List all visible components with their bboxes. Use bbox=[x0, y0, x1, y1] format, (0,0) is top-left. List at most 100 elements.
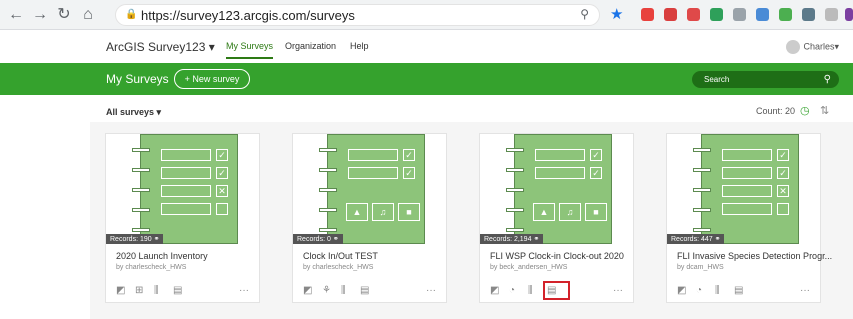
more-options-icon[interactable]: ··· bbox=[239, 285, 249, 296]
nav-my-surveys[interactable]: My Surveys bbox=[226, 41, 274, 59]
page-title: My Surveys bbox=[106, 72, 169, 86]
survey-thumbnail[interactable]: ✓ ✓ ✕ Records: 190 ⚭ bbox=[106, 134, 261, 244]
back-icon[interactable]: ← bbox=[6, 5, 26, 25]
survey-card[interactable]: ✓ ✓ ✕ Records: 190 ⚭ 2020 Launch Invento… bbox=[105, 133, 260, 303]
form-thumbnail-icon: ✓ ✓ ✕ bbox=[133, 134, 238, 244]
nav-help[interactable]: Help bbox=[350, 41, 369, 51]
survey-thumbnail[interactable]: ✓ ✓ ✕ Records: 447 ⚭ bbox=[667, 134, 822, 244]
search-icon: ⚲ bbox=[823, 74, 831, 85]
url-text: https://survey123.arcgis.com/surveys bbox=[141, 8, 355, 23]
survey-count: Count: 20 bbox=[756, 106, 796, 116]
extension-icon[interactable] bbox=[845, 8, 853, 21]
collaborate-icon[interactable]: ◔ bbox=[696, 285, 715, 296]
extension-icon[interactable] bbox=[641, 8, 654, 21]
home-icon[interactable]: ⌂ bbox=[78, 5, 98, 25]
data-icon[interactable]: ▤ bbox=[173, 285, 192, 296]
search-input[interactable]: Search ⚲ bbox=[692, 71, 839, 88]
surveys-filter-dropdown[interactable]: All surveys ▾ bbox=[106, 107, 161, 118]
link-icon: ⚭ bbox=[533, 236, 540, 243]
clock-icon[interactable]: ◷ bbox=[800, 104, 810, 117]
extension-icon[interactable] bbox=[664, 8, 677, 21]
survey-thumbnail[interactable]: ✓ ✓ ▲ ♫ ■ Records: 0 ⚭ bbox=[293, 134, 448, 244]
analyze-icon[interactable]: ⫼ bbox=[341, 285, 360, 296]
audio-icon: ♫ bbox=[372, 203, 394, 221]
survey-owner: by charlescheck_HWS bbox=[116, 264, 187, 271]
survey-title[interactable]: FLI Invasive Species Detection Progr... bbox=[677, 251, 832, 261]
extension-icon[interactable] bbox=[687, 8, 700, 21]
records-badge: Records: 190 ⚭ bbox=[106, 234, 164, 244]
surveys-toolbar: My Surveys + New survey Search ⚲ bbox=[0, 63, 853, 95]
survey-owner: by beck_andersen_HWS bbox=[490, 264, 568, 271]
image-icon: ▲ bbox=[533, 203, 555, 221]
more-options-icon[interactable]: ··· bbox=[426, 285, 436, 296]
link-icon: ⚭ bbox=[153, 236, 160, 243]
records-count: Records: 0 bbox=[297, 236, 331, 243]
extension-icon[interactable] bbox=[710, 8, 723, 21]
audio-icon: ♫ bbox=[559, 203, 581, 221]
survey-owner: by charlescheck_HWS bbox=[303, 264, 374, 271]
more-options-icon[interactable]: ··· bbox=[613, 285, 623, 296]
extension-icon[interactable] bbox=[733, 8, 746, 21]
survey-title[interactable]: FLI WSP Clock-in Clock-out 2020 bbox=[490, 251, 624, 261]
extension-icon[interactable] bbox=[802, 8, 815, 21]
filter-label: All surveys bbox=[106, 107, 155, 117]
survey-title[interactable]: Clock In/Out TEST bbox=[303, 251, 378, 261]
link-icon: ⚭ bbox=[332, 236, 339, 243]
bookmark-star-icon[interactable]: ★ bbox=[610, 5, 623, 23]
chevron-down-icon: ▾ bbox=[156, 107, 162, 117]
user-name: Charles bbox=[803, 41, 835, 52]
reload-icon[interactable]: ↻ bbox=[54, 5, 74, 25]
more-options-icon[interactable]: ··· bbox=[800, 285, 810, 296]
collaborate-icon[interactable]: ⚘ bbox=[322, 285, 341, 296]
sort-icon[interactable]: ⇅ bbox=[820, 104, 829, 117]
data-icon[interactable]: ▤ bbox=[543, 281, 570, 300]
video-icon: ■ bbox=[585, 203, 607, 221]
chevron-down-icon: ▾ bbox=[834, 41, 839, 52]
forward-icon[interactable]: → bbox=[30, 5, 50, 25]
lock-icon: 🔒 bbox=[125, 9, 138, 20]
data-icon[interactable]: ▤ bbox=[734, 285, 753, 296]
survey-owner: by dcam_HWS bbox=[677, 264, 724, 271]
browser-toolbar: ← → ↻ ⌂ 🔒 https://survey123.arcgis.com/s… bbox=[0, 0, 853, 30]
survey-thumbnail[interactable]: ✓ ✓ ▲ ♫ ■ Records: 2,194 ⚭ bbox=[480, 134, 635, 244]
link-icon: ⚭ bbox=[714, 236, 721, 243]
overview-icon[interactable]: ◩ bbox=[677, 285, 696, 296]
extension-icon[interactable] bbox=[756, 8, 769, 21]
records-count: Records: 190 bbox=[110, 236, 152, 243]
address-bar[interactable]: 🔒 https://survey123.arcgis.com/surveys ⚲ bbox=[115, 4, 600, 26]
data-icon[interactable]: ▤ bbox=[360, 285, 379, 296]
analyze-icon[interactable]: ⫼ bbox=[715, 285, 734, 296]
survey-card[interactable]: ✓ ✓ ▲ ♫ ■ Records: 0 ⚭ Clock In/Out TEST… bbox=[292, 133, 447, 303]
image-icon: ▲ bbox=[346, 203, 368, 221]
app-header: ArcGIS Survey123 ▾ My Surveys Organizati… bbox=[0, 30, 853, 63]
video-icon: ■ bbox=[398, 203, 420, 221]
new-survey-button[interactable]: + New survey bbox=[174, 69, 250, 89]
overview-icon[interactable]: ◩ bbox=[490, 285, 509, 296]
analyze-icon[interactable]: ⫼ bbox=[154, 285, 173, 296]
nav-organization[interactable]: Organization bbox=[285, 41, 336, 51]
extension-icon[interactable] bbox=[825, 8, 838, 21]
media-thumbnail-icon: ✓ ✓ ▲ ♫ ■ bbox=[320, 134, 425, 244]
records-count: Records: 447 bbox=[671, 236, 713, 243]
analyze-icon[interactable]: ⫼ bbox=[528, 285, 547, 296]
survey-card[interactable]: ✓ ✓ ▲ ♫ ■ Records: 2,194 ⚭ FLI WSP Clock… bbox=[479, 133, 634, 303]
user-menu[interactable]: Charles▾ bbox=[786, 40, 839, 54]
extension-icon[interactable] bbox=[779, 8, 792, 21]
collaborate-icon[interactable]: ◔ bbox=[509, 285, 528, 296]
media-thumbnail-icon: ✓ ✓ ▲ ♫ ■ bbox=[507, 134, 612, 244]
overview-icon[interactable]: ◩ bbox=[116, 285, 135, 296]
design-icon[interactable]: ⊞ bbox=[135, 285, 154, 296]
records-badge: Records: 447 ⚭ bbox=[667, 234, 725, 244]
survey-card[interactable]: ✓ ✓ ✕ Records: 447 ⚭ FLI Invasive Specie… bbox=[666, 133, 832, 303]
chevron-down-icon: ▾ bbox=[208, 40, 215, 54]
survey-title[interactable]: 2020 Launch Inventory bbox=[116, 251, 208, 261]
overview-icon[interactable]: ◩ bbox=[303, 285, 322, 296]
zoom-icon[interactable]: ⚲ bbox=[580, 7, 589, 21]
app-brand[interactable]: ArcGIS Survey123 ▾ bbox=[106, 40, 215, 54]
records-badge: Records: 0 ⚭ bbox=[293, 234, 343, 244]
records-count: Records: 2,194 bbox=[484, 236, 532, 243]
records-badge: Records: 2,194 ⚭ bbox=[480, 234, 544, 244]
form-thumbnail-icon: ✓ ✓ ✕ bbox=[694, 134, 799, 244]
avatar bbox=[786, 40, 801, 54]
search-placeholder: Search bbox=[704, 75, 730, 84]
